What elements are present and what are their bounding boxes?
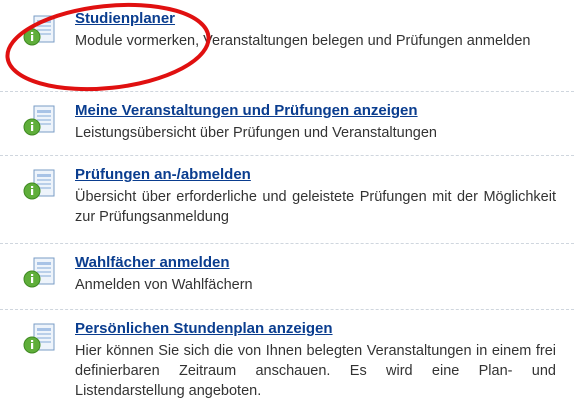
item-description: Anmelden von Wahlfächern: [75, 277, 253, 293]
menu-link-veranstaltungen-pruefungen[interactable]: Meine Veranstaltungen und Prüfungen anze…: [75, 102, 418, 120]
menu-link-studienplaner[interactable]: Studienplaner: [75, 10, 175, 28]
menu-link-stundenplan[interactable]: Persönlichen Stundenplan anzeigen: [75, 320, 333, 338]
menu-list: Studienplaner Module vormerken, Veransta…: [0, 0, 574, 414]
document-info-icon: [23, 169, 55, 200]
item-description: Module vormerken, Veranstaltungen belege…: [75, 33, 531, 49]
list-item: Studienplaner Module vormerken, Veransta…: [0, 0, 574, 92]
document-info-icon: [23, 257, 55, 288]
document-info-icon: [23, 15, 55, 46]
item-description: Hier können Sie sich die von Ihnen beleg…: [75, 343, 556, 399]
item-description: Leistungsübersicht über Prüfungen und Ve…: [75, 125, 437, 141]
list-item: Wahlfächer anmelden Anmelden von Wahlfäc…: [0, 244, 574, 310]
list-item: Meine Veranstaltungen und Prüfungen anze…: [0, 92, 574, 156]
item-description: Übersicht über erforderliche und geleist…: [75, 189, 556, 225]
list-item: Persönlichen Stundenplan anzeigen Hier k…: [0, 310, 574, 414]
menu-link-pruefungen-anmelden[interactable]: Prüfungen an-/abmelden: [75, 166, 251, 184]
document-info-icon: [23, 323, 55, 354]
list-item: Prüfungen an-/abmelden Übersicht über er…: [0, 156, 574, 244]
document-info-icon: [23, 105, 55, 136]
menu-link-wahlfaecher[interactable]: Wahlfächer anmelden: [75, 254, 229, 272]
